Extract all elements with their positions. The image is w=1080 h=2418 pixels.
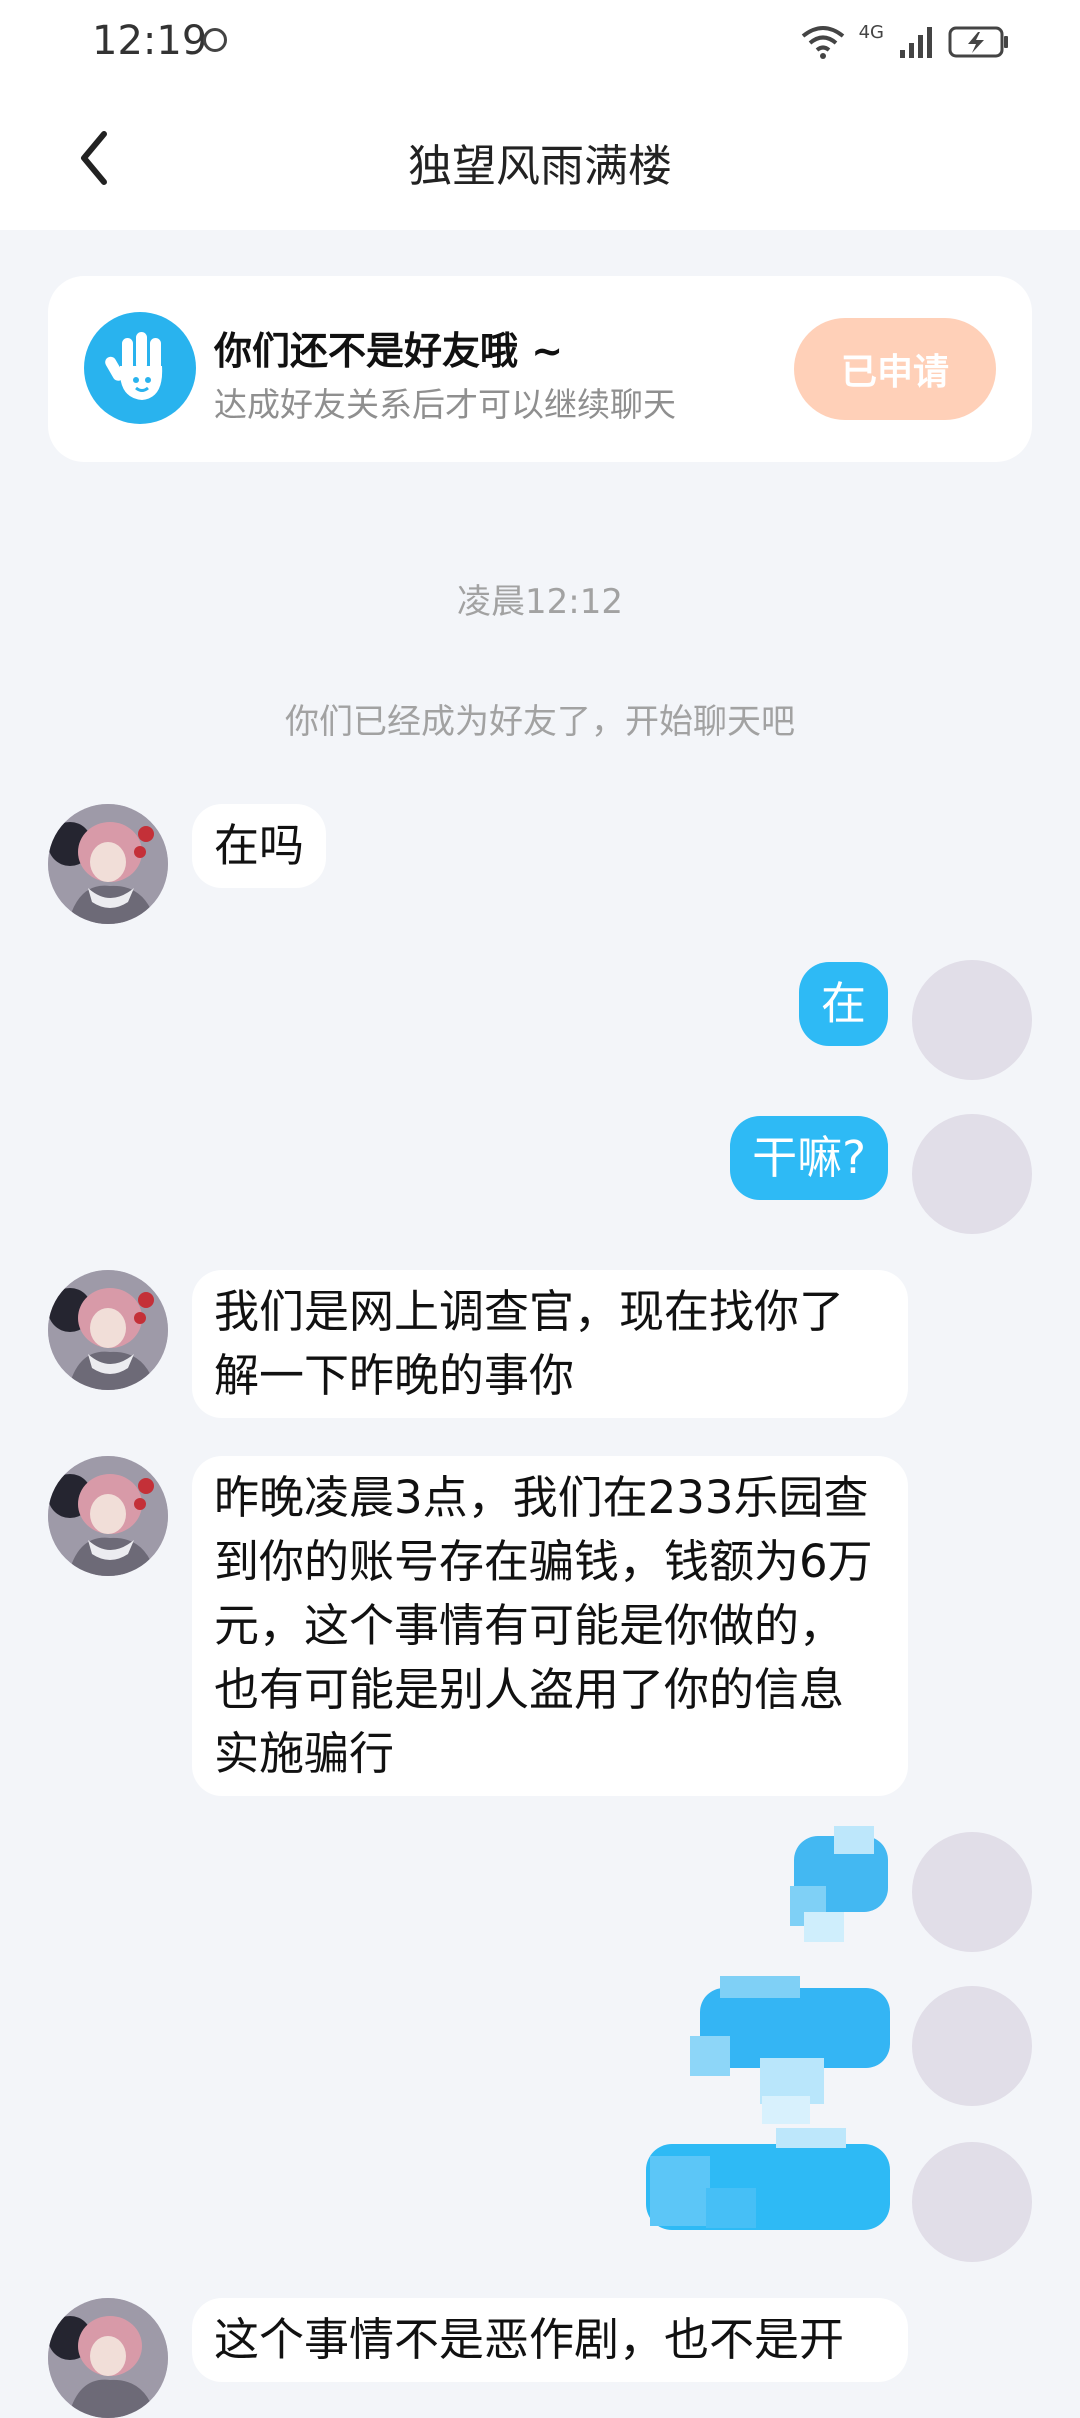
- message-bubble-sent-blurred[interactable]: [790, 1826, 890, 1944]
- status-icons: 4G: [801, 22, 1010, 62]
- contact-avatar[interactable]: [48, 2298, 168, 2418]
- status-bar: 12:19 4G: [0, 0, 1080, 86]
- wifi-icon: [801, 24, 845, 60]
- applied-button[interactable]: 已申请: [794, 318, 996, 420]
- contact-avatar[interactable]: [48, 1456, 168, 1576]
- message-bubble-sent[interactable]: 干嘛?: [730, 1116, 888, 1200]
- chat-timestamp: 凌晨12:12: [457, 582, 623, 622]
- wave-hand-icon: [84, 312, 196, 424]
- user-avatar[interactable]: [912, 2142, 1032, 2262]
- page-title: 独望风雨满楼: [408, 141, 672, 192]
- card-subtitle: 达成好友关系后才可以继续聊天: [214, 385, 676, 424]
- friend-request-card: 你们还不是好友哦 ~ 达成好友关系后才可以继续聊天 已申请: [48, 276, 1032, 462]
- location-icon: [203, 28, 227, 52]
- network-label: 4G: [858, 22, 884, 43]
- user-avatar[interactable]: [912, 1832, 1032, 1952]
- user-avatar[interactable]: [912, 960, 1032, 1080]
- card-title: 你们还不是好友哦 ~: [214, 329, 564, 373]
- message-bubble-sent-blurred[interactable]: [646, 2128, 890, 2234]
- message-bubble-sent-blurred[interactable]: [690, 1976, 890, 2126]
- message-bubble-received[interactable]: 在吗: [192, 804, 327, 888]
- message-bubble-received[interactable]: 这个事情不是恶作剧，也不是开: [192, 2298, 908, 2382]
- user-avatar[interactable]: [912, 1986, 1032, 2106]
- contact-avatar[interactable]: [48, 1270, 168, 1390]
- battery-charging-icon: [948, 25, 1010, 59]
- message-bubble-received[interactable]: 昨晚凌晨3点，我们在233乐园查到你的账号存在骗钱，钱额为6万元，这个事情有可能…: [192, 1456, 908, 1796]
- system-message: 你们已经成为好友了，开始聊天吧: [285, 702, 795, 742]
- status-time: 12:19: [92, 18, 208, 64]
- user-avatar[interactable]: [912, 1114, 1032, 1234]
- contact-avatar[interactable]: [48, 804, 168, 924]
- message-bubble-received[interactable]: 我们是网上调查官，现在找你了解一下昨晚的事你: [192, 1270, 908, 1418]
- message-bubble-sent[interactable]: 在: [798, 962, 888, 1046]
- nav-bar: 独望风雨满楼: [0, 86, 1080, 230]
- signal-icon: [898, 24, 934, 60]
